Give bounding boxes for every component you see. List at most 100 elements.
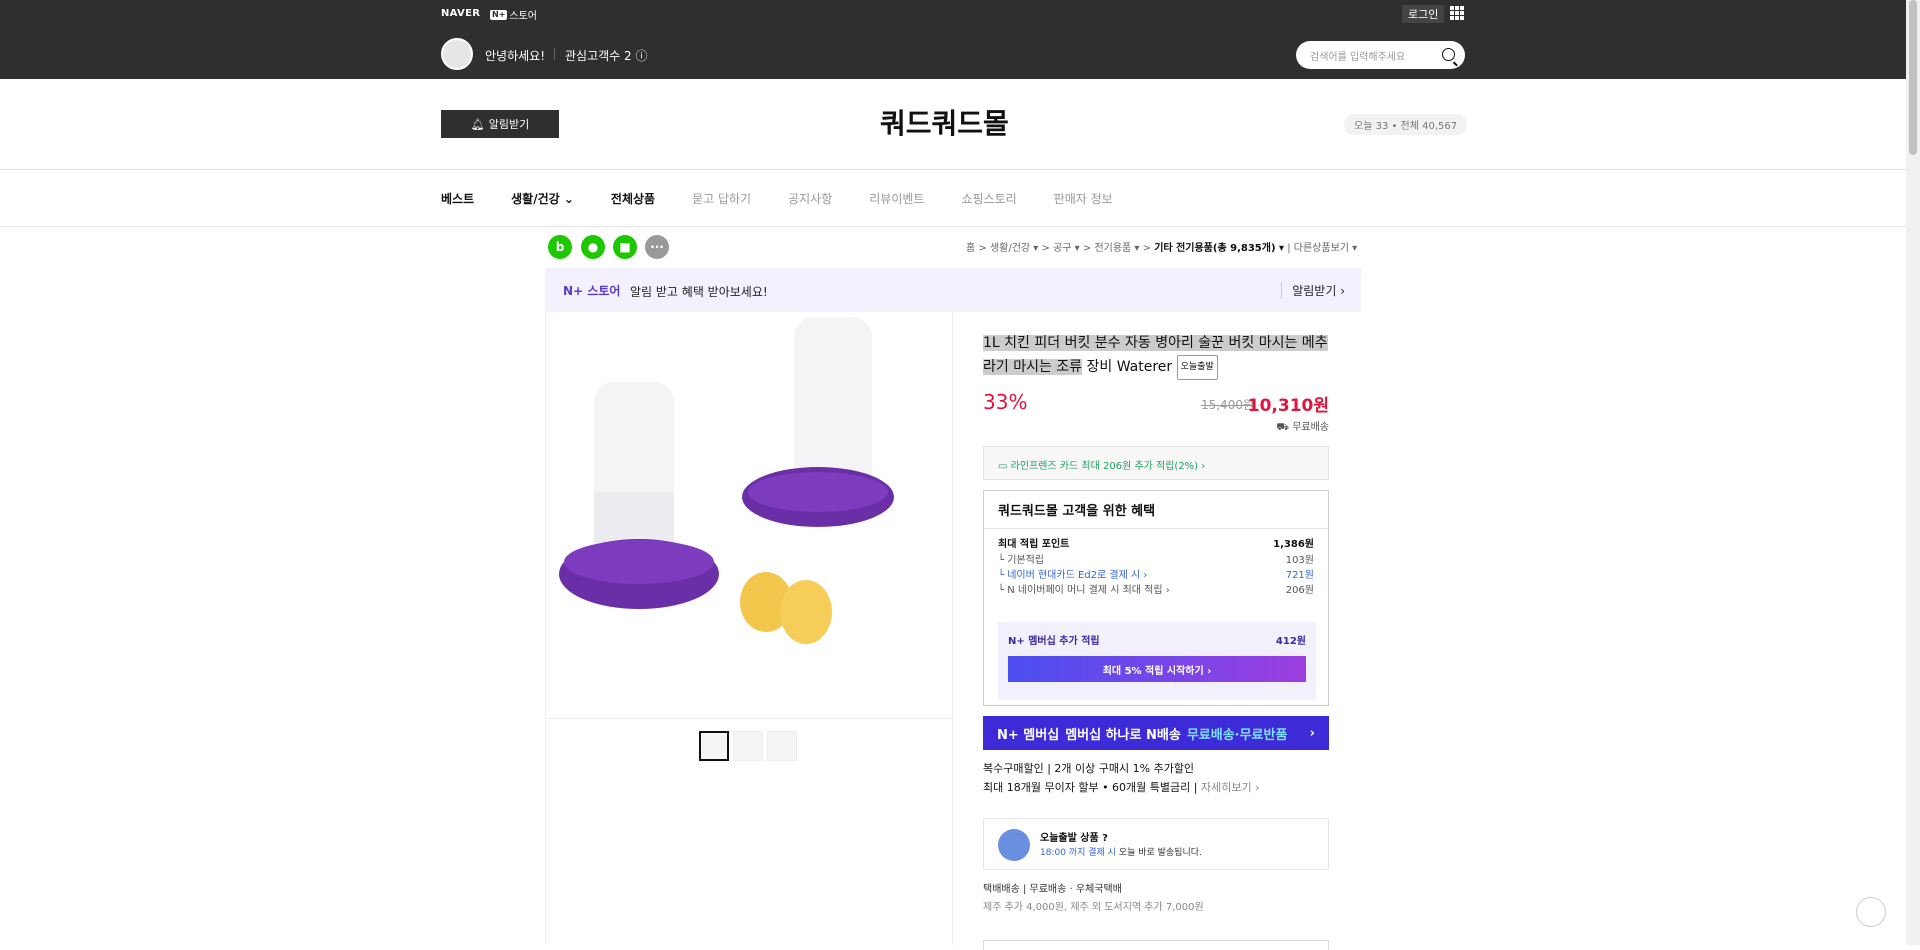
points-label[interactable]: └ N 네이버페이 머니 결제 시 최대 적립 ›	[998, 581, 1170, 596]
benefits-title: 쿼드쿼드몰 고객을 위한 혜택	[998, 504, 1156, 519]
today-ship-time: 18:00 까지 결제 시	[1040, 848, 1116, 858]
login-button[interactable]: 로그인	[1402, 5, 1445, 23]
more-icon[interactable]: ···	[645, 235, 669, 259]
breadcrumb-tools[interactable]: 공구 ▾	[1053, 243, 1080, 254]
installment-more-link[interactable]: 자세히보기 ›	[1201, 781, 1260, 794]
nav-all-products[interactable]: 전체상품	[611, 190, 655, 207]
thumbnail-3[interactable]	[767, 731, 797, 761]
installment-text: 최대 18개월 무이자 할부 • 60개월 특별금리 |	[983, 781, 1201, 794]
scrollbar-thumb[interactable]	[1909, 0, 1917, 155]
today-ship-box: 오늘출발 상품 ? 18:00 까지 결제 시 오늘 바로 발송됩니다.	[983, 818, 1329, 870]
divider	[0, 226, 1906, 227]
promo-text: 알림 받고 혜택 받아보세요!	[630, 285, 768, 299]
original-price: 15,400원	[1200, 398, 1254, 412]
greeting-text: 안녕하세요!	[485, 49, 546, 63]
delivery-truck-icon	[998, 829, 1030, 861]
membership-banner[interactable]: N+ 멤버십 멤버십 하나로 N배송 무료배송·무료반품 ›	[983, 716, 1329, 750]
product-title-rest: 장비 Waterer	[1082, 359, 1177, 375]
free-shipping-label: 무료배송	[1292, 422, 1329, 433]
nplus-badge: N+	[490, 9, 508, 20]
nstore-label: 스토어	[509, 11, 538, 22]
category-nav: 베스트 생활/건강 ⌄ 전체상품 묻고 답하기 공지사항 리뷰이벤트 쇼핑스토리…	[441, 190, 1150, 207]
nstore-logo[interactable]: N+ 스토어	[490, 7, 537, 22]
alarm-button-label: 알림받기	[488, 118, 530, 131]
multi-purchase-discount: 복수구매할인 | 2개 이상 구매시 1% 추가할인	[983, 762, 1195, 775]
discount-rate: 33%	[983, 390, 1028, 414]
naver-logo[interactable]: NAVER	[441, 8, 480, 19]
product-main-image[interactable]	[546, 312, 952, 719]
points-row-basic: └ 기본적립 103원	[998, 551, 1314, 566]
nav-notice[interactable]: 공지사항	[788, 190, 832, 207]
blog-icon[interactable]: b	[548, 235, 572, 259]
nav-qna[interactable]: 묻고 답하기	[692, 190, 751, 207]
search-placeholder: 검색어를 입력해주세요	[1310, 52, 1406, 63]
today-ship-sub: 18:00 까지 결제 시 오늘 바로 발송됩니다.	[1040, 845, 1202, 858]
today-ship-title: 오늘출발 상품 ?	[1040, 833, 1108, 844]
bookmark-icon[interactable]: ■	[613, 235, 637, 259]
scrollbar[interactable]	[1906, 0, 1920, 945]
store-title[interactable]: 쿼드쿼드몰	[880, 102, 1009, 142]
bell-icon: 🔔︎	[470, 117, 485, 131]
breadcrumb-current[interactable]: 기타 전기용품(총 9,835개) ▾	[1154, 243, 1284, 254]
interest-customers[interactable]: 관심고객수 2 ⓘ	[565, 47, 647, 64]
apps-grid-icon[interactable]	[1450, 6, 1464, 20]
membership-banner-emphasis: 무료배송·무료반품	[1186, 727, 1288, 743]
promo-banner[interactable]: N+ 스토어 알림 받고 혜택 받아보세요! 알림받기 ›	[545, 268, 1361, 312]
max-points-label: 최대 적립 포인트	[998, 539, 1070, 550]
membership-start-button[interactable]: 최대 5% 적립 시작하기 ›	[1008, 656, 1306, 682]
card-benefit-text: 라인프렌즈 카드 최대 206원 추가 적립(2%) ›	[1010, 461, 1206, 472]
jeju-extra-fee: 제주 추가 4,000원, 제주 외 도서지역 추가 7,000원	[983, 902, 1204, 913]
nav-best[interactable]: 베스트	[441, 190, 474, 207]
max-points-value: 1,386원	[1273, 539, 1314, 550]
breadcrumb-electric[interactable]: 전기용품 ▾	[1094, 243, 1139, 254]
points-value: 103원	[1285, 555, 1314, 566]
membership-label: N+ 멤버십 추가 적립	[1008, 636, 1100, 647]
card-benefit-link[interactable]: ▭ 라인프렌즈 카드 최대 206원 추가 적립(2%) ›	[983, 446, 1329, 480]
installment-info: 최대 18개월 무이자 할부 • 60개월 특별금리 | 자세히보기 ›	[983, 779, 1259, 795]
option-box	[983, 940, 1329, 950]
chevron-right-icon: ›	[1309, 725, 1315, 741]
visitor-count: 오늘 33 • 전체 40,567	[1344, 114, 1468, 135]
sale-price: 10,310원	[1247, 396, 1329, 416]
points-label: └ 기본적립	[998, 555, 1044, 566]
card-icon: ▭	[998, 461, 1011, 472]
membership-amount: 412원	[1275, 636, 1306, 647]
breadcrumb: 홈 > 생활/건강 ▾ > 공구 ▾ > 전기용품 ▾ > 기타 전기용품(총 …	[966, 243, 1358, 254]
points-row-card[interactable]: └ 네이버 현대카드 Ed2로 결제 시 › 721원	[998, 566, 1314, 581]
search-input[interactable]: 검색어를 입력해주세요	[1296, 41, 1465, 69]
membership-badge: N+ 멤버십	[997, 727, 1060, 743]
points-label[interactable]: └ 네이버 현대카드 Ed2로 결제 시 ›	[998, 566, 1147, 581]
membership-box: N+ 멤버십 추가 적립 412원 최대 5% 적립 시작하기 ›	[998, 622, 1316, 700]
nav-review-event[interactable]: 리뷰이벤트	[869, 190, 924, 207]
free-shipping: ⛟ 무료배송	[1276, 418, 1329, 435]
product-image-panel	[545, 312, 953, 945]
talk-icon[interactable]: ●	[581, 235, 605, 259]
thumbnail-2[interactable]	[733, 731, 763, 761]
divider	[554, 48, 555, 60]
courier-info: 택배배송 | 무료배송 · 우체국택배	[983, 884, 1122, 895]
alarm-button[interactable]: 🔔︎ 알림받기	[441, 110, 559, 138]
truck-icon: ⛟	[1276, 422, 1293, 433]
product-info: 1L 치킨 피더 버킷 분수 자동 병아리 술꾼 버킷 마시는 메추라기 마시는…	[983, 332, 1329, 950]
membership-banner-text: 멤버십 하나로 N배송	[1065, 727, 1181, 743]
search-icon[interactable]	[1442, 48, 1455, 61]
avatar[interactable]	[441, 38, 473, 70]
max-points-row: 최대 적립 포인트 1,386원	[998, 535, 1314, 550]
promo-alarm-button[interactable]: 알림받기 ›	[1281, 282, 1345, 299]
breadcrumb-home[interactable]: 홈	[966, 243, 975, 254]
top-bar: NAVER N+ 스토어 로그인 안녕하세요! 관심고객수 2 ⓘ 검색어를 입…	[0, 0, 1906, 79]
today-ship-badge: 오늘출발	[1176, 355, 1218, 380]
other-products-link[interactable]: 다른상품보기 ▾	[1294, 243, 1357, 254]
points-value: 206원	[1285, 585, 1314, 596]
share-button[interactable]	[1856, 897, 1886, 927]
breadcrumb-living[interactable]: 생활/건강 ▾	[990, 243, 1038, 254]
thumbnail-1[interactable]	[699, 731, 729, 761]
points-row-naverpay[interactable]: └ N 네이버페이 머니 결제 시 최대 적립 › 206원	[998, 581, 1314, 596]
nav-seller-info[interactable]: 판매자 정보	[1054, 190, 1113, 207]
nav-living-health[interactable]: 생활/건강 ⌄	[511, 190, 574, 207]
product-title: 1L 치킨 피더 버킷 분수 자동 병아리 술꾼 버킷 마시는 메추라기 마시는…	[983, 332, 1329, 380]
nav-shopping-story[interactable]: 쇼핑스토리	[961, 190, 1016, 207]
divider	[984, 528, 1328, 529]
thumbnail-list	[699, 731, 797, 761]
today-ship-desc: 오늘 바로 발송됩니다.	[1115, 848, 1202, 858]
